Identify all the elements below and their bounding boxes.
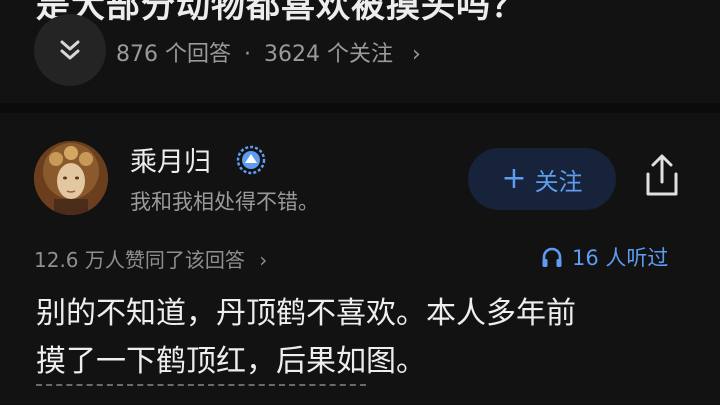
answer-body[interactable]: 别的不知道，丹顶鹤不喜欢。本人多年前 摸了一下鹤顶红，后果如图。 <box>36 290 686 386</box>
section-divider <box>0 103 720 113</box>
headphones-icon <box>542 247 562 267</box>
answer-line: 摸了一下鹤顶红，后果如图。 <box>36 344 426 379</box>
portrait-avatar-icon <box>34 141 108 215</box>
chevron-right-icon: › <box>411 42 421 67</box>
question-stats[interactable]: 876 个回答 · 3624 个关注 › <box>116 36 421 68</box>
share-icon <box>646 154 678 196</box>
answer-screen: 是大部分动物都喜欢被摸头吗？ 876 个回答 · 3624 个关注 › 乘月归 <box>0 0 720 405</box>
expand-question-button[interactable] <box>34 14 106 86</box>
follow-label: 关注 <box>534 167 583 196</box>
author-name[interactable]: 乘月归 <box>130 140 211 179</box>
agree-text: 12.6 万人赞同了该回答 <box>34 248 245 272</box>
dashed-underline <box>36 384 366 386</box>
listen-text: 16 人听过 <box>572 246 669 270</box>
agree-count[interactable]: 12.6 万人赞同了该回答 › <box>34 244 267 273</box>
follow-button[interactable]: + 关注 <box>468 148 616 210</box>
author-bio: 我和我相处得不错。 <box>130 190 319 214</box>
stats-separator: · <box>244 42 251 67</box>
avatar[interactable] <box>34 141 108 215</box>
answers-count: 876 个回答 <box>116 42 231 67</box>
listen-count[interactable]: 16 人听过 <box>540 242 668 272</box>
plus-icon: + <box>501 161 527 196</box>
chevron-right-icon: › <box>259 248 268 272</box>
question-title[interactable]: 是大部分动物都喜欢被摸头吗？ <box>36 0 526 27</box>
followers-count: 3624 个关注 <box>264 42 393 67</box>
answer-line: 别的不知道，丹顶鹤不喜欢。本人多年前 <box>36 296 576 331</box>
double-chevron-down-icon <box>60 40 80 60</box>
verified-badge-icon <box>236 145 266 175</box>
share-button[interactable] <box>640 152 684 200</box>
